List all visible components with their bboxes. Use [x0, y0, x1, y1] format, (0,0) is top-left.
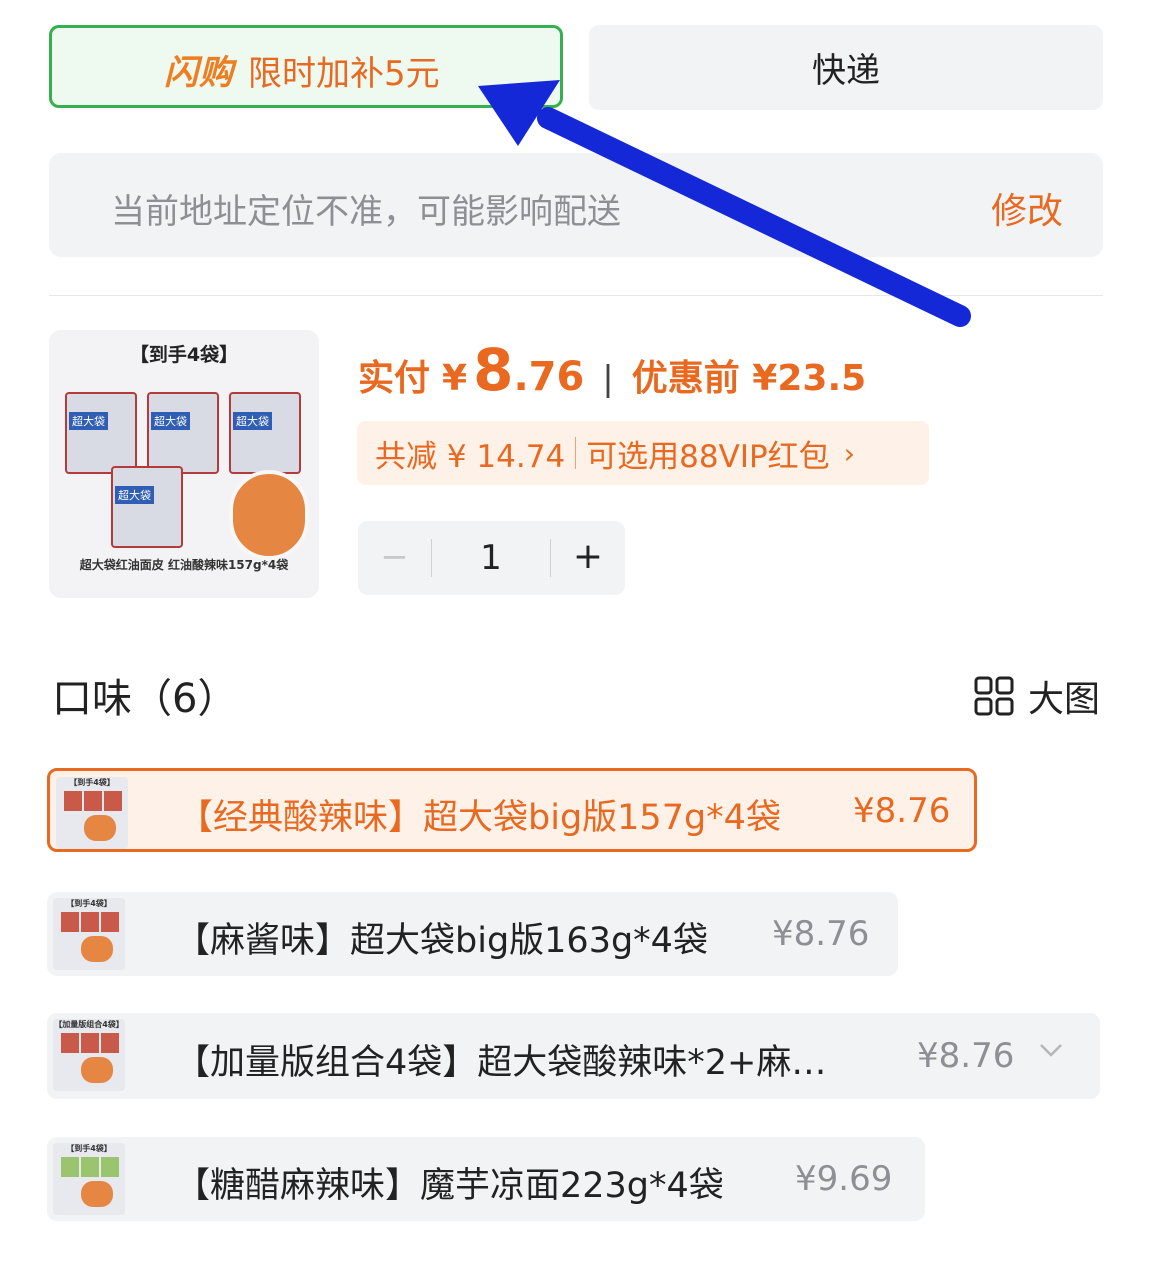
price-row: 实付 ¥ 8 .76 | 优惠前 ¥23.5 [358, 336, 866, 406]
flavor-option-thumbnail: 【到手4袋】 [53, 898, 125, 970]
pay-label: 实付 [358, 358, 431, 399]
flash-delivery-tab[interactable]: 闪购 限时加补5元 [49, 25, 563, 108]
flavor-option-name: 【糖醋麻辣味】魔芋凉面223g*4袋 [175, 1166, 724, 1206]
flavor-option[interactable]: 【到手4袋】 【糖醋麻辣味】魔芋凉面223g*4袋 ¥9.69 [47, 1137, 925, 1221]
flavor-option-thumbnail: 【加量版组合4袋】 [53, 1019, 125, 1091]
noodle-bowl-image [229, 470, 309, 560]
product-bag-label: 超大袋 [115, 486, 154, 504]
flavor-option-price: ¥9.69 [795, 1159, 893, 1199]
product-image-tag: 【到手4袋】 [129, 344, 239, 366]
flavor-option-thumbnail: 【到手4袋】 [56, 777, 128, 849]
product-bag-image: 超大袋 [147, 392, 219, 474]
discount-separator [575, 437, 577, 469]
express-label: 快递 [812, 51, 880, 91]
chevron-right-icon: › [843, 436, 855, 470]
thumbnail-tag: 【到手4袋】 [66, 899, 112, 908]
quantity-stepper: − 1 + [358, 521, 625, 595]
divider [49, 295, 1103, 296]
grid-view-icon [974, 676, 1014, 716]
decrease-quantity-button[interactable]: − [358, 521, 431, 595]
express-delivery-tab[interactable]: 快递 [589, 25, 1103, 110]
thumbnail-tag: 【加量版组合4袋】 [54, 1020, 124, 1029]
flash-subsidy-text: 限时加补5元 [248, 54, 440, 94]
original-price: 优惠前 ¥23.5 [631, 358, 867, 399]
address-notice-bar: 当前地址定位不准，可能影响配送 修改 [49, 153, 1103, 257]
flash-logo: 闪购 [164, 53, 234, 93]
currency-symbol: ¥ [442, 358, 468, 399]
pay-price-integer: 8 [473, 336, 514, 404]
increase-quantity-button[interactable]: + [551, 521, 625, 595]
product-image-caption: 超大袋红油面皮 红油酸辣味157g*4袋 [79, 558, 289, 572]
flavor-option-name: 【加量版组合4袋】超大袋酸辣味*2+麻… [175, 1043, 827, 1083]
discount-badge[interactable]: 共减 ¥ 14.74 可选用88VIP红包 › [357, 421, 929, 485]
total-discount-text: 共减 ¥ 14.74 [375, 438, 566, 475]
flavor-option-price: ¥8.76 [917, 1036, 1015, 1076]
product-bag-image: 超大袋 [229, 392, 301, 474]
price-separator: | [602, 359, 614, 399]
big-view-toggle[interactable]: 大图 [974, 670, 1100, 722]
product-bag-image: 超大袋 [111, 466, 183, 548]
flavor-option-name: 【麻酱味】超大袋big版163g*4袋 [175, 921, 708, 961]
flavor-option[interactable]: 【加量版组合4袋】 【加量版组合4袋】超大袋酸辣味*2+麻… ¥8.76 [47, 1013, 1100, 1099]
flavor-option-price: ¥8.76 [772, 914, 870, 954]
product-bag-image: 超大袋 [65, 392, 137, 474]
flavor-option[interactable]: 【到手4袋】 【经典酸辣味】超大袋big版157g*4袋 ¥8.76 [47, 768, 977, 852]
chevron-down-icon[interactable] [1038, 1037, 1064, 1063]
flavor-section-title: 口味（6） [52, 676, 238, 722]
big-view-label: 大图 [1027, 679, 1100, 720]
pay-price-decimal: .76 [513, 354, 585, 400]
flavor-option-thumbnail: 【到手4袋】 [53, 1143, 125, 1215]
product-bag-label: 超大袋 [151, 412, 190, 430]
flavor-option[interactable]: 【到手4袋】 【麻酱味】超大袋big版163g*4袋 ¥8.76 [47, 892, 898, 976]
quantity-value[interactable]: 1 [432, 521, 550, 595]
vip-redpacket-text: 可选用88VIP红包 [586, 438, 830, 475]
flavor-option-price: ¥8.76 [853, 791, 951, 831]
address-notice-text: 当前地址定位不准，可能影响配送 [111, 192, 621, 232]
product-bag-label: 超大袋 [69, 412, 108, 430]
address-edit-link[interactable]: 修改 [991, 182, 1063, 234]
thumbnail-tag: 【到手4袋】 [66, 1144, 112, 1153]
thumbnail-tag: 【到手4袋】 [69, 778, 115, 787]
flavor-option-name: 【经典酸辣味】超大袋big版157g*4袋 [178, 798, 781, 838]
product-bag-label: 超大袋 [233, 412, 272, 430]
product-image[interactable]: 【到手4袋】 超大袋 超大袋 超大袋 超大袋 超大袋红油面皮 红油酸辣味157g… [49, 330, 319, 598]
